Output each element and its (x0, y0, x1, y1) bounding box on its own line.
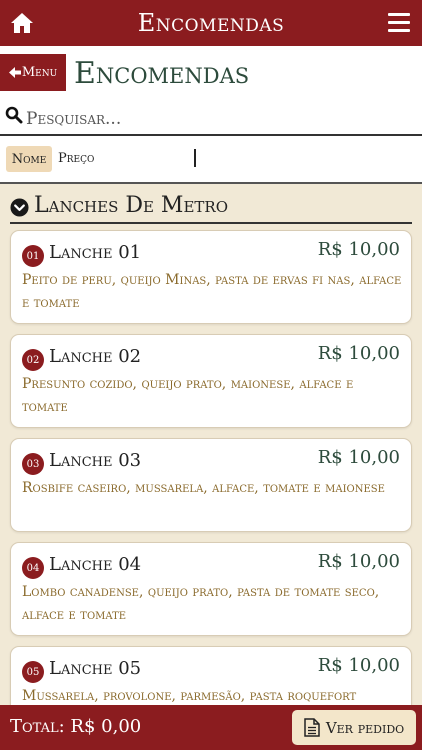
item-description: Peito de peru, queijo Minas, pasta de er… (22, 272, 402, 311)
item-price: R$ 10,00 (317, 239, 400, 260)
item-price: R$ 10,00 (317, 655, 400, 676)
item-name: Lanche 01 (49, 242, 142, 263)
item-name: Lanche 04 (49, 554, 142, 575)
view-order-button[interactable]: Ver pedido (292, 710, 416, 745)
item-price: R$ 10,00 (317, 343, 400, 364)
menu-button-label: Menu (21, 65, 58, 80)
menu-item-card[interactable]: 03 Lanche 03 R$ 10,00 Rosbife caseiro, m… (10, 438, 412, 532)
menu-item-card[interactable]: 02 Lanche 02 R$ 10,00 Presunto cozido, q… (10, 334, 412, 428)
header-divider (0, 182, 422, 184)
top-app-bar: Encomendas (0, 0, 422, 46)
chevron-down-circle-icon (10, 198, 29, 217)
item-name: Lanche 05 (49, 658, 142, 679)
section-header[interactable]: Lanches De Metro (10, 193, 412, 224)
arrow-left-icon (8, 67, 21, 78)
item-number-badge: 04 (22, 557, 44, 579)
document-icon (304, 718, 320, 737)
item-name: Lanche 03 (49, 450, 142, 471)
sort-by-price-button[interactable]: Preço (58, 151, 94, 166)
page-header: Menu Encomendas Nome Preço (0, 46, 422, 184)
item-description: Presunto cozido, queijo prato, maionese,… (22, 376, 354, 415)
sort-options: Nome Preço (0, 146, 422, 182)
search-input[interactable] (26, 106, 406, 132)
item-price: R$ 10,00 (317, 447, 400, 468)
item-number-badge: 01 (22, 245, 44, 267)
item-number-badge: 05 (22, 661, 44, 683)
sort-divider (194, 149, 196, 167)
search-bar (0, 104, 422, 136)
sort-by-name-button[interactable]: Nome (6, 146, 52, 172)
bottom-order-bar: Total: R$ 0,00 Ver pedido (0, 705, 422, 750)
item-number-badge: 02 (22, 349, 44, 371)
search-icon (5, 106, 23, 124)
item-price: R$ 10,00 (317, 551, 400, 572)
order-total: Total: R$ 0,00 (10, 716, 142, 737)
page-title: Encomendas (74, 56, 250, 91)
view-order-label: Ver pedido (325, 718, 405, 737)
item-description: Lombo canadense, queijo prato, pasta de … (22, 584, 380, 623)
menu-item-card[interactable]: 04 Lanche 04 R$ 10,00 Lombo canadense, q… (10, 542, 412, 636)
item-number-badge: 03 (22, 453, 44, 475)
menu-back-button[interactable]: Menu (0, 54, 66, 91)
app-title: Encomendas (137, 9, 285, 37)
item-name: Lanche 02 (49, 346, 142, 367)
item-description: Rosbife caseiro, mussarela, alface, toma… (22, 480, 385, 496)
hamburger-menu-icon[interactable] (388, 13, 410, 33)
menu-item-card[interactable]: 01 Lanche 01 R$ 10,00 Peito de peru, que… (10, 230, 412, 324)
section-title: Lanches De Metro (34, 193, 228, 218)
